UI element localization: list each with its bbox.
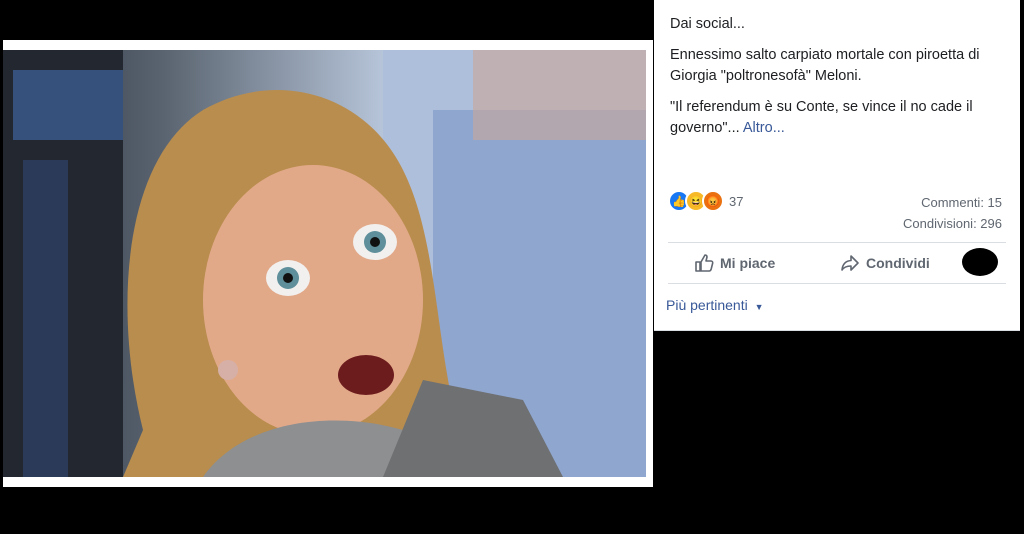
- post-stats: Commenti: 15 Condivisioni: 296: [903, 192, 1002, 234]
- thumbs-up-icon: [695, 254, 714, 272]
- reactions-summary[interactable]: 👍 😆 😡 37: [668, 190, 743, 212]
- like-button-label: Mi piace: [720, 255, 776, 271]
- reaction-count: 37: [729, 193, 744, 209]
- post-line-quote: "Il referendum è su Conte, se vince il n…: [670, 97, 1010, 139]
- post-line-intro: Dai social...: [670, 16, 745, 32]
- post-image-frame: [3, 40, 653, 487]
- comment-sort-dropdown[interactable]: Più pertinenti ▼: [666, 297, 764, 313]
- post-photo[interactable]: [3, 50, 646, 477]
- post-text: Dai social... Ennessimo salto carpiato m…: [670, 14, 1010, 149]
- post-quote-text: "Il referendum è su Conte, se vince il n…: [670, 99, 973, 136]
- share-button[interactable]: Condividi: [840, 253, 930, 273]
- like-button[interactable]: Mi piace: [694, 253, 775, 273]
- post-actions: Mi piace Condividi: [668, 246, 1006, 280]
- share-button-label: Condividi: [866, 255, 930, 271]
- comment-sort-label: Più pertinenti: [666, 297, 748, 313]
- angry-icon: 😡: [702, 190, 724, 212]
- post-panel: Dai social... Ennessimo salto carpiato m…: [654, 0, 1020, 331]
- chevron-down-icon: ▼: [754, 302, 764, 312]
- share-arrow-icon: [841, 255, 859, 271]
- post-line-body: Ennessimo salto carpiato mortale con pir…: [670, 47, 980, 84]
- divider: [668, 283, 1006, 284]
- avatar[interactable]: [962, 248, 998, 276]
- shares-count-link[interactable]: Condivisioni: 296: [903, 213, 1002, 234]
- photo-illustration: [3, 50, 646, 477]
- comments-count-link[interactable]: Commenti: 15: [903, 192, 1002, 213]
- see-more-link[interactable]: Altro...: [743, 120, 785, 136]
- divider: [668, 242, 1006, 243]
